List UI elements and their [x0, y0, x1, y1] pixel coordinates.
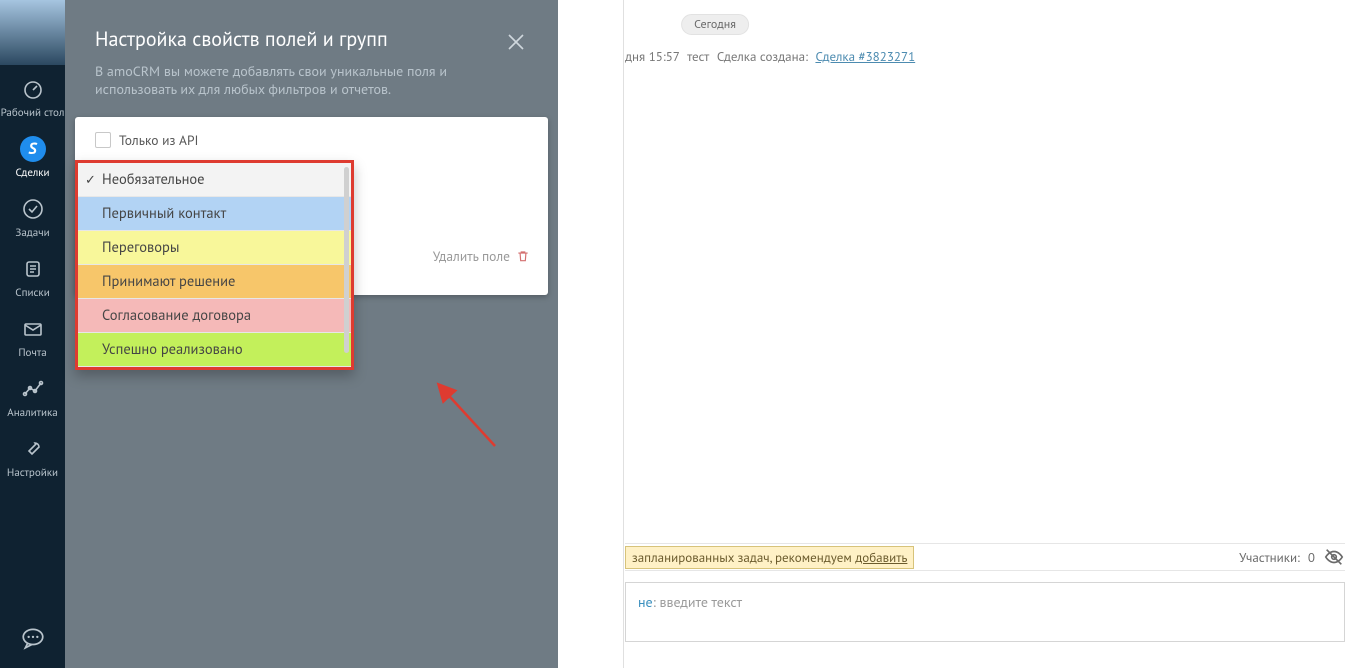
delete-field-button[interactable]: Удалить поле [433, 247, 530, 265]
sidebar-item-lists[interactable]: Списки [0, 245, 65, 305]
modal-header: Настройка свойств полей и групп В amoCRM… [65, 0, 558, 116]
analytics-icon [19, 375, 47, 403]
sidebar-item-label: Сделки [15, 167, 49, 179]
mail-icon [19, 315, 47, 343]
sidebar-item-dashboard[interactable]: Рабочий стол [0, 65, 65, 125]
dropdown-option[interactable]: Первичный контакт [78, 197, 351, 231]
dropdown-scrollbar[interactable] [344, 167, 349, 363]
close-icon [504, 39, 528, 59]
note-placeholder: : введите текст [653, 593, 742, 611]
api-only-checkbox[interactable] [95, 132, 111, 148]
eye-off-icon[interactable] [1323, 546, 1345, 568]
sidebar-chat[interactable] [0, 613, 65, 668]
wrench-icon [19, 435, 47, 463]
gauge-icon [19, 75, 47, 103]
log-time: дня 15:57 [625, 48, 680, 65]
log-user: тест [687, 48, 709, 65]
dropdown-option[interactable]: Успешно реализовано [78, 333, 351, 367]
sidebar-item-label: Почта [18, 347, 46, 359]
log-message: Сделка создана: [717, 48, 808, 65]
participants-label: Участники: [1239, 549, 1300, 566]
sidebar-item-analytics[interactable]: Аналитика [0, 365, 65, 425]
sidebar-avatar[interactable] [0, 0, 65, 65]
task-bar: запланированных задач, рекомендуем добав… [625, 543, 1345, 571]
modal-backdrop: Настройка свойств полей и групп В amoCRM… [65, 0, 558, 668]
sidebar: Рабочий стол S Сделки Задачи Списки Почт… [0, 0, 65, 668]
api-only-label: Только из API [119, 131, 198, 149]
today-pill: Сегодня [681, 14, 749, 35]
stage-dropdown[interactable]: НеобязательноеПервичный контактПереговор… [75, 160, 354, 370]
sidebar-item-mail[interactable]: Почта [0, 305, 65, 365]
check-circle-icon [19, 195, 47, 223]
task-add-link[interactable]: добавить [855, 549, 907, 566]
dropdown-option[interactable]: Переговоры [78, 231, 351, 265]
dropdown-option[interactable]: Необязательное [78, 163, 351, 197]
annotation-arrow [355, 376, 515, 456]
modal-title: Настройка свойств полей и групп [95, 26, 528, 52]
note-prefix: не [638, 593, 653, 611]
task-warning-text: запланированных задач, рекомендуем [632, 549, 855, 566]
api-only-row[interactable]: Только из API [95, 131, 534, 149]
vertical-divider [623, 0, 624, 668]
modal-subtitle: В amoCRM вы можете добавлять свои уникал… [95, 62, 475, 98]
activity-log-line: дня 15:57 тест Сделка создана: Сделка #3… [625, 48, 1345, 65]
modal-close-button[interactable] [504, 30, 528, 54]
note-input[interactable]: не: введите текст [625, 582, 1345, 642]
dropdown-option[interactable]: Принимают решение [78, 265, 351, 299]
sidebar-item-tasks[interactable]: Задачи [0, 185, 65, 245]
sidebar-item-deals[interactable]: S Сделки [0, 125, 65, 185]
sidebar-item-label: Аналитика [7, 407, 57, 419]
participants-count: 0 [1308, 549, 1315, 566]
sidebar-item-label: Задачи [15, 227, 49, 239]
sidebar-item-label: Настройки [7, 467, 58, 479]
dropdown-option[interactable]: Согласование договора [78, 299, 351, 333]
sidebar-item-label: Рабочий стол [1, 107, 65, 119]
sidebar-item-settings[interactable]: Настройки [0, 425, 65, 485]
trash-icon [516, 249, 530, 263]
log-deal-link[interactable]: Сделка #3823271 [815, 48, 915, 65]
task-warning: запланированных задач, рекомендуем добав… [625, 546, 914, 569]
deals-icon: S [19, 135, 47, 163]
sidebar-item-label: Списки [15, 287, 49, 299]
delete-field-label: Удалить поле [433, 247, 510, 265]
list-icon [19, 255, 47, 283]
chat-icon [20, 625, 46, 656]
